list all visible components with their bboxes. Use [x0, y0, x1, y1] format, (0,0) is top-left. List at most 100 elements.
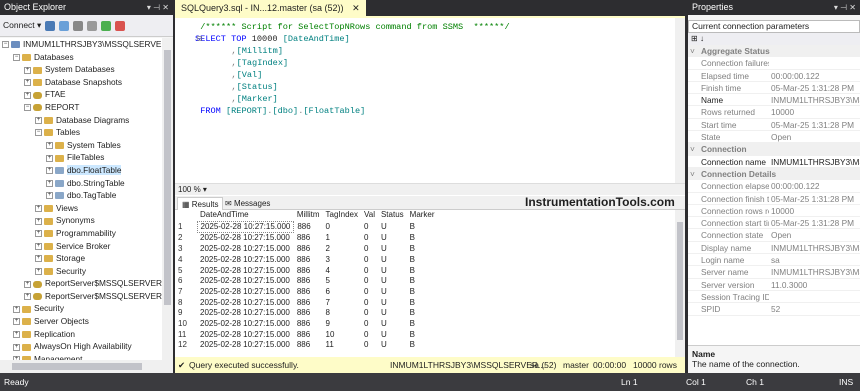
table-cell[interactable]: B	[407, 308, 438, 319]
tree-node[interactable]: − INMUM1LTHRSJBY3\MSSQLSERVER20	[0, 38, 162, 51]
table-cell[interactable]: 886	[294, 255, 323, 266]
table-cell[interactable]: B	[407, 340, 438, 351]
tree-node[interactable]: + Management	[0, 353, 162, 360]
table-cell[interactable]: 9	[323, 319, 361, 330]
table-cell[interactable]: 2025-02-28 10:27:15.000	[197, 276, 294, 287]
property-row[interactable]: Server name INMUM1LTHRSJBY3\MSSQLSERVER	[688, 266, 860, 279]
table-cell[interactable]: U	[378, 330, 407, 341]
table-cell[interactable]: 886	[294, 244, 323, 255]
table-cell[interactable]: U	[378, 319, 407, 330]
table-cell[interactable]: 0	[361, 298, 378, 309]
property-category[interactable]: ˅ Connection Details	[688, 167, 860, 181]
property-row[interactable]: Rows returned 10000	[688, 106, 860, 119]
disconnect-icon[interactable]	[59, 20, 70, 31]
table-cell[interactable]: 8	[323, 308, 361, 319]
table-cell[interactable]: 886	[294, 340, 323, 351]
chevron-down-icon[interactable]: ▾	[203, 185, 207, 194]
table-cell[interactable]: U	[378, 266, 407, 277]
table-cell[interactable]: 2025-02-28 10:27:15.000	[197, 255, 294, 266]
table-row[interactable]: 9 2025-02-28 10:27:15.000 886 8 0 U B	[175, 308, 438, 320]
table-cell[interactable]: U	[378, 221, 407, 233]
tree-node[interactable]: + ReportServer$MSSQLSERVER2012	[0, 290, 162, 303]
column-header[interactable]: Val	[361, 210, 378, 222]
expand-icon[interactable]: +	[24, 91, 31, 99]
connect-icon[interactable]	[45, 20, 56, 31]
tree-node[interactable]: + Database Snapshots	[0, 76, 162, 89]
tree-node[interactable]: + Synonyms	[0, 214, 162, 227]
table-row[interactable]: 4 2025-02-28 10:27:15.000 886 3 0 U B	[175, 254, 438, 266]
collapse-icon[interactable]: ˅	[690, 168, 695, 180]
activity-monitor-icon[interactable]	[115, 20, 126, 31]
property-row[interactable]: Name INMUM1LTHRSJBY3\MSSQLSERVER	[688, 94, 860, 107]
expand-icon[interactable]: +	[35, 255, 42, 263]
table-row[interactable]: 2 2025-02-28 10:27:15.000 886 1 0 U B	[175, 232, 438, 245]
tab-results[interactable]: ▦ Results	[177, 197, 224, 210]
table-cell[interactable]: B	[407, 319, 438, 330]
table-row[interactable]: 3 2025-02-28 10:27:15.000 886 2 0 U B	[175, 244, 438, 255]
table-cell[interactable]: 0	[361, 330, 378, 341]
table-cell[interactable]: B	[407, 266, 438, 277]
table-cell[interactable]: B	[407, 221, 438, 233]
table-cell[interactable]: 2025-02-28 10:27:15.000	[197, 233, 294, 244]
table-cell[interactable]: 7	[323, 298, 361, 309]
properties-object-select[interactable]: Current connection parameters	[688, 20, 860, 33]
query-document-tab[interactable]: SQLQuery3.sql - IN...12.master (sa (52))…	[175, 0, 366, 16]
table-cell[interactable]: 2025-02-28 10:27:15.000	[197, 266, 294, 277]
stop-icon[interactable]	[73, 20, 84, 31]
tree-node[interactable]: + Views	[0, 202, 162, 215]
sql-editor[interactable]: /****** Script for SelectTopNRows comman…	[175, 18, 675, 183]
zoom-select[interactable]: 100 %	[178, 185, 201, 194]
table-cell[interactable]: B	[407, 330, 438, 341]
column-header[interactable]: TagIndex	[322, 210, 361, 222]
expand-icon[interactable]: +	[46, 154, 53, 162]
table-cell[interactable]: U	[378, 255, 407, 266]
table-cell[interactable]: 0	[361, 340, 378, 351]
table-cell[interactable]: 10	[323, 330, 361, 341]
table-cell[interactable]: 0	[361, 266, 378, 277]
expand-icon[interactable]: +	[46, 142, 53, 150]
tree-node[interactable]: + System Databases	[0, 63, 162, 76]
expand-icon[interactable]: +	[24, 79, 31, 87]
table-cell[interactable]: 6	[323, 287, 361, 298]
filter-icon[interactable]	[87, 20, 98, 31]
tab-messages[interactable]: ✉ Messages	[221, 197, 274, 210]
table-cell[interactable]: 0	[361, 308, 378, 319]
column-header[interactable]: DateAndTime	[197, 210, 294, 222]
property-category[interactable]: ˅ Aggregate Status	[688, 45, 860, 58]
property-row[interactable]: Connection finish time05-Mar-25 1:31:28 …	[688, 193, 860, 205]
collapse-icon[interactable]: ˅	[690, 45, 695, 57]
table-cell[interactable]: U	[378, 233, 407, 244]
tree-node[interactable]: + FTAE	[0, 88, 162, 101]
expand-icon[interactable]: +	[13, 330, 20, 338]
tree-node[interactable]: − Databases	[0, 51, 162, 64]
property-row[interactable]: Connection rows returned10000	[688, 205, 860, 218]
property-row[interactable]: Server version 11.0.3000	[688, 279, 860, 291]
column-header[interactable]: Millitm	[293, 210, 323, 222]
tree-vertical-scrollbar[interactable]	[162, 38, 173, 360]
table-cell[interactable]: 1	[323, 233, 361, 244]
table-cell[interactable]: 886	[294, 221, 323, 233]
tree-node[interactable]: + FileTables	[0, 151, 162, 164]
tree-node[interactable]: + Service Broker	[0, 240, 162, 253]
table-cell[interactable]: 886	[294, 233, 323, 244]
table-cell[interactable]: B	[407, 244, 438, 255]
property-row[interactable]: SPID 52	[688, 303, 860, 316]
property-row[interactable]: Display name INMUM1LTHRSJBY3\MSSQLSERVER	[688, 242, 860, 255]
alphabetical-icon[interactable]: ↓	[700, 34, 704, 43]
collapse-icon[interactable]: −	[24, 104, 31, 112]
table-cell[interactable]: 5	[323, 276, 361, 287]
table-cell[interactable]: 0	[361, 319, 378, 330]
collapse-icon[interactable]: −	[2, 41, 9, 49]
table-cell[interactable]: 0	[323, 221, 361, 233]
table-row[interactable]: 5 2025-02-28 10:27:15.000 886 4 0 U B	[175, 265, 438, 277]
tree-node[interactable]: + ReportServer$MSSQLSERVER2012	[0, 277, 162, 290]
collapse-icon[interactable]: −	[35, 129, 42, 137]
panel-pin-icon[interactable]: ▾ ⊣ ✕	[147, 0, 169, 15]
property-row[interactable]: Connection elapsed 00:00:00.122	[688, 180, 860, 193]
tree-node[interactable]: − REPORT	[0, 101, 162, 114]
table-cell[interactable]: 0	[361, 255, 378, 266]
table-cell[interactable]: B	[407, 276, 438, 287]
table-row[interactable]: 12 2025-02-28 10:27:15.000 886 11 0 U B	[175, 340, 438, 352]
expand-icon[interactable]: +	[35, 205, 42, 213]
expand-icon[interactable]: +	[35, 230, 42, 238]
